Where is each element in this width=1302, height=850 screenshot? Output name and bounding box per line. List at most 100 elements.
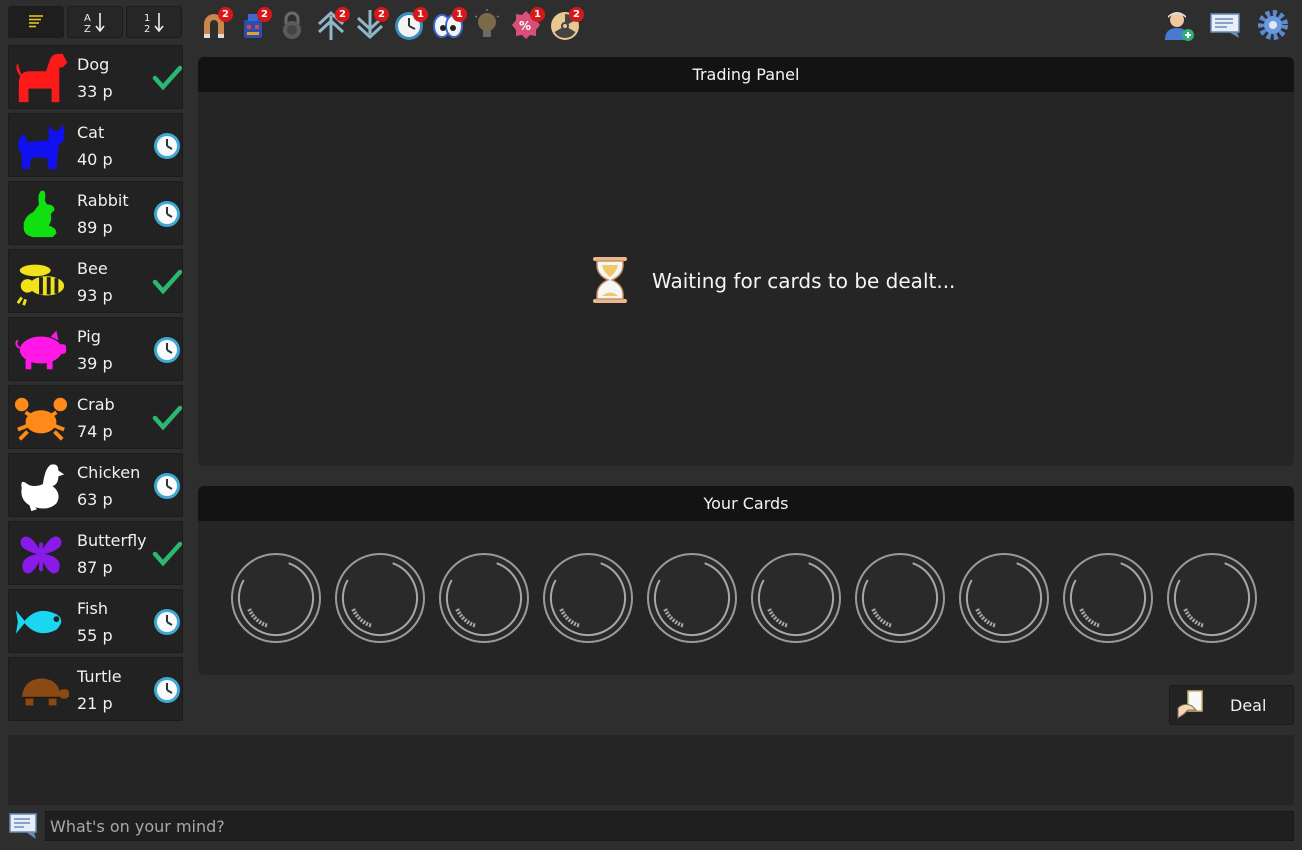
animal-row-crab[interactable]: Crab 74 p: [8, 385, 183, 449]
animal-name: Chicken: [77, 463, 141, 482]
eyes-tool-button[interactable]: 1: [431, 7, 467, 42]
animal-row-bee[interactable]: Bee 93 p: [8, 249, 183, 313]
animal-price: 87 p: [77, 558, 113, 577]
animal-row-chicken[interactable]: Chicken 63 p: [8, 453, 183, 517]
sort-alpha-button[interactable]: A Z: [67, 6, 123, 38]
cat-icon: [18, 124, 65, 170]
arrows-down-tool-button[interactable]: 2: [353, 7, 389, 42]
hourglass-icon: [590, 255, 630, 307]
card-slot[interactable]: [1062, 552, 1154, 644]
check-icon: [152, 269, 183, 295]
turtle-icon: [21, 678, 69, 706]
fish-icon: [15, 610, 62, 634]
tool-badge: 2: [374, 7, 389, 22]
robot-tool-button[interactable]: 2: [236, 7, 272, 42]
check-icon: [152, 405, 183, 431]
chat-input[interactable]: [45, 811, 1294, 841]
card-slot[interactable]: [750, 552, 842, 644]
radiation-tool-button[interactable]: 2: [548, 7, 584, 42]
tool-badge: 1: [413, 7, 428, 22]
animal-price: 55 p: [77, 626, 113, 645]
animal-name: Cat: [77, 123, 105, 142]
svg-text:Z: Z: [84, 24, 91, 33]
chicken-icon: [21, 464, 65, 512]
sort-az-icon: A Z: [84, 13, 105, 33]
animal-name: Bee: [77, 259, 108, 278]
sort-12-icon: 1 2: [144, 13, 164, 33]
animal-status: [152, 607, 182, 637]
animal-status: [152, 199, 182, 229]
card-slot[interactable]: [230, 552, 322, 644]
lock-icon: [283, 11, 301, 39]
chat-window-icon: [1210, 13, 1240, 38]
animal-price: 39 p: [77, 354, 113, 373]
bee-icon: [16, 264, 65, 306]
card-slot[interactable]: [646, 552, 738, 644]
arrows-up-tool-button[interactable]: 2: [314, 7, 350, 42]
animal-status: [152, 471, 182, 501]
animal-row-butterfly[interactable]: Butterfly 87 p: [8, 521, 183, 585]
hand-card-icon: [1177, 690, 1203, 719]
chat-icon[interactable]: [8, 811, 40, 841]
your-cards-title: Your Cards: [198, 486, 1294, 521]
sort-numeric-button[interactable]: 1 2: [126, 6, 182, 38]
card-slot[interactable]: [854, 552, 946, 644]
animal-status: [152, 675, 182, 705]
clock-tool-button[interactable]: 1: [392, 7, 428, 42]
animal-status: [152, 267, 183, 297]
lightbulb-tool-button[interactable]: [470, 8, 504, 42]
animal-price: 63 p: [77, 490, 113, 509]
tool-badge: 2: [257, 7, 272, 22]
animal-row-cat[interactable]: Cat 40 p: [8, 113, 183, 177]
butterfly-icon: [20, 536, 62, 574]
tool-badge: 2: [335, 7, 350, 22]
animal-name: Crab: [77, 395, 115, 414]
chat-log: [8, 735, 1294, 805]
chat-window-button[interactable]: [1209, 8, 1243, 42]
trading-panel: Trading Panel Waiting for cards to be de…: [198, 57, 1294, 466]
animal-row-dog[interactable]: Dog 33 p: [8, 45, 183, 109]
card-slot[interactable]: [958, 552, 1050, 644]
card-slot[interactable]: [438, 552, 530, 644]
add-user-button[interactable]: [1162, 8, 1196, 42]
clock-icon: [154, 473, 180, 499]
clock-icon: [154, 609, 180, 635]
tool-badge: 2: [569, 7, 584, 22]
sort-default-button[interactable]: [8, 6, 64, 38]
check-icon: [152, 541, 183, 567]
svg-text:%: %: [519, 19, 531, 33]
animal-row-pig[interactable]: Pig 39 p: [8, 317, 183, 381]
animal-row-fish[interactable]: Fish 55 p: [8, 589, 183, 653]
lock-tool-button[interactable]: [275, 8, 309, 42]
animal-name: Fish: [77, 599, 108, 618]
animal-name: Pig: [77, 327, 101, 346]
settings-button[interactable]: [1256, 8, 1290, 42]
animal-status: [152, 539, 183, 569]
animal-status: [152, 131, 182, 161]
animal-price: 40 p: [77, 150, 113, 169]
magnet-tool-button[interactable]: 2: [197, 7, 233, 42]
animal-price: 33 p: [77, 82, 113, 101]
tool-badge: 2: [218, 7, 233, 22]
animal-status: [152, 335, 182, 365]
tool-badge: 1: [452, 7, 467, 22]
svg-text:1: 1: [144, 13, 150, 24]
animal-price: 74 p: [77, 422, 113, 441]
card-slot[interactable]: [1166, 552, 1258, 644]
lightbulb-icon: [474, 9, 500, 37]
animal-row-turtle[interactable]: Turtle 21 p: [8, 657, 183, 721]
animal-name: Turtle: [77, 667, 122, 686]
card-slot[interactable]: [542, 552, 634, 644]
clock-icon: [154, 201, 180, 227]
deal-button[interactable]: Deal: [1169, 685, 1294, 725]
animal-name: Dog: [77, 55, 110, 74]
animal-price: 89 p: [77, 218, 113, 237]
rabbit-icon: [23, 190, 57, 238]
animal-status: [152, 403, 183, 433]
deal-button-label: Deal: [1230, 696, 1267, 715]
card-slot[interactable]: [334, 552, 426, 644]
percent-tool-button[interactable]: % 1: [509, 7, 545, 42]
animal-price: 93 p: [77, 286, 113, 305]
animal-row-rabbit[interactable]: Rabbit 89 p: [8, 181, 183, 245]
animal-status: [152, 63, 183, 93]
